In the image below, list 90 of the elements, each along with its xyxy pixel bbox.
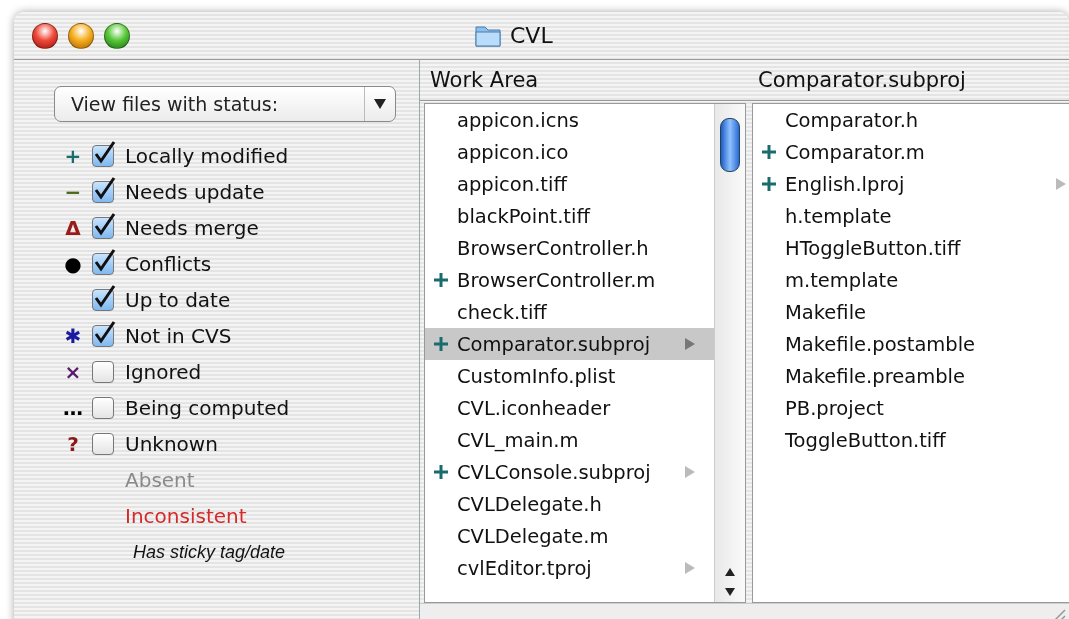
file-name: blackPoint.tiff: [457, 204, 592, 228]
file-row[interactable]: CVLConsole.subproj: [425, 456, 714, 488]
file-row[interactable]: Comparator.m: [753, 136, 1069, 168]
status-label: Unknown: [125, 432, 218, 456]
file-name: Makefile.postamble: [785, 332, 977, 356]
status-label: Needs merge: [125, 216, 259, 240]
status-label: Has sticky tag/date: [133, 541, 286, 563]
file-row[interactable]: CVLDelegate.m: [425, 520, 714, 552]
zoom-button[interactable]: [104, 22, 130, 49]
file-row[interactable]: appicon.ico: [425, 136, 714, 168]
scroll-thumb[interactable]: [720, 118, 740, 172]
status-marker: …: [62, 396, 84, 420]
file-row[interactable]: Comparator.subproj: [425, 328, 714, 360]
file-row[interactable]: h.template: [753, 200, 1069, 232]
plus-icon: [433, 272, 449, 288]
file-name: ToggleButton.tiff: [785, 428, 947, 452]
status-marker: ?: [66, 432, 80, 456]
dropdown-arrow-icon: [374, 99, 386, 109]
file-row[interactable]: Comparator.h: [753, 104, 1069, 136]
file-name: BrowserController.h: [457, 236, 650, 260]
file-row[interactable]: Makefile.postamble: [753, 328, 1069, 360]
file-name: CVL.iconheader: [457, 396, 612, 420]
status-marker: +: [63, 144, 83, 168]
file-row[interactable]: blackPoint.tiff: [425, 200, 714, 232]
status-label: Not in CVS: [125, 324, 232, 348]
file-row[interactable]: CustomInfo.plist: [425, 360, 714, 392]
status-marker: ●: [63, 252, 83, 276]
checkbox[interactable]: [92, 433, 114, 455]
file-name: English.lproj: [785, 172, 906, 196]
status-marker: ✱: [63, 324, 83, 348]
status-label: Locally modified: [125, 144, 289, 168]
status-marker: −: [63, 180, 83, 204]
file-name: Comparator.h: [785, 108, 920, 132]
file-row[interactable]: CVL.iconheader: [425, 392, 714, 424]
file-name: h.template: [785, 204, 893, 228]
file-name: HToggleButton.tiff: [785, 236, 962, 260]
file-row[interactable]: appicon.icns: [425, 104, 714, 136]
file-name: appicon.ico: [457, 140, 570, 164]
file-name: CVL_main.m: [457, 428, 580, 452]
file-name: CustomInfo.plist: [457, 364, 617, 388]
file-row[interactable]: English.lproj: [753, 168, 1069, 200]
close-button[interactable]: [32, 22, 58, 49]
status-label: Up to date: [125, 288, 231, 312]
file-row[interactable]: check.tiff: [425, 296, 714, 328]
status-label: Ignored: [125, 360, 202, 384]
file-name: appicon.icns: [457, 108, 580, 132]
status-marker: ×: [63, 360, 83, 384]
file-name: CVLDelegate.m: [457, 524, 610, 548]
file-name: check.tiff: [457, 300, 548, 324]
status-marker: Δ: [64, 216, 82, 240]
status-label: Needs update: [125, 180, 265, 204]
status-label: Conflicts: [125, 252, 212, 276]
file-name: cvlEditor.tproj: [457, 556, 593, 580]
file-row[interactable]: BrowserController.m: [425, 264, 714, 296]
file-row[interactable]: CVL_main.m: [425, 424, 714, 456]
checkbox[interactable]: [92, 361, 114, 383]
file-row[interactable]: appicon.tiff: [425, 168, 714, 200]
file-row[interactable]: m.template: [753, 264, 1069, 296]
checkbox[interactable]: [92, 397, 114, 419]
file-name: BrowserController.m: [457, 268, 657, 292]
file-row[interactable]: Makefile.preamble: [753, 360, 1069, 392]
file-name: CVLConsole.subproj: [457, 460, 652, 484]
plus-icon: [761, 176, 777, 192]
file-row[interactable]: CVLDelegate.h: [425, 488, 714, 520]
file-row[interactable]: ToggleButton.tiff: [753, 424, 1069, 456]
status-label: Being computed: [125, 396, 290, 420]
file-name: PB.project: [785, 396, 885, 420]
window-title: CVL: [510, 22, 553, 48]
minimize-button[interactable]: [68, 22, 94, 49]
column-header: Comparator.subproj: [748, 60, 1069, 101]
file-name: m.template: [785, 268, 900, 292]
plus-icon: [761, 144, 777, 160]
column-header: Work Area: [420, 60, 748, 101]
file-row[interactable]: BrowserController.h: [425, 232, 714, 264]
file-name: appicon.tiff: [457, 172, 569, 196]
file-name: CVLDelegate.h: [457, 492, 603, 516]
plus-icon: [433, 336, 449, 352]
file-name: Comparator.m: [785, 140, 926, 164]
file-name: Makefile.preamble: [785, 364, 966, 388]
file-name: Makefile: [785, 300, 868, 324]
file-row[interactable]: HToggleButton.tiff: [753, 232, 1069, 264]
file-row[interactable]: PB.project: [753, 392, 1069, 424]
status-filter-dropdown[interactable]: View files with status:: [54, 86, 396, 122]
file-row[interactable]: Makefile: [753, 296, 1069, 328]
status-label: Inconsistent: [125, 504, 247, 528]
file-row[interactable]: cvlEditor.tproj: [425, 552, 714, 584]
scrollbar[interactable]: [714, 104, 745, 602]
plus-icon: [433, 464, 449, 480]
file-name: Comparator.subproj: [457, 332, 652, 356]
status-label: Absent: [125, 468, 195, 492]
